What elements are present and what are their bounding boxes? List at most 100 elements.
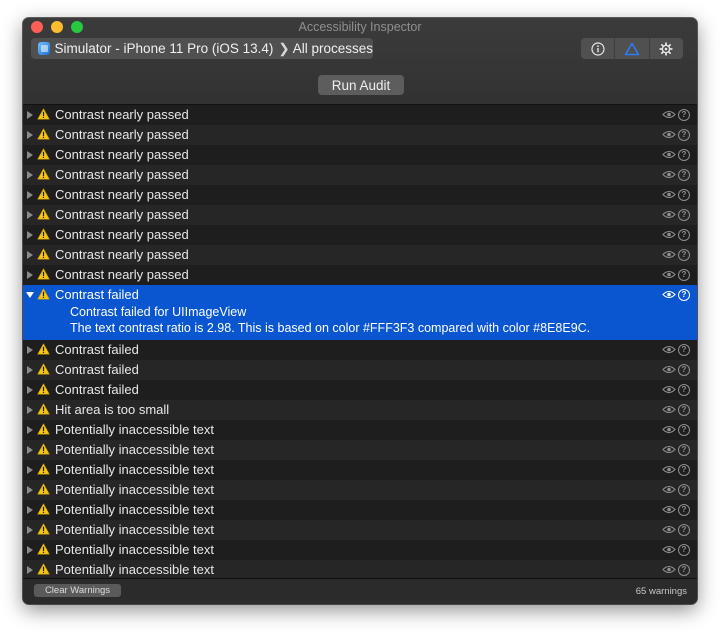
help-icon[interactable]: ? xyxy=(678,484,690,496)
help-icon[interactable]: ? xyxy=(678,209,690,221)
warning-label: Potentially inaccessible text xyxy=(55,482,214,497)
help-icon[interactable]: ? xyxy=(678,289,690,301)
eye-icon[interactable] xyxy=(662,525,676,534)
eye-icon[interactable] xyxy=(662,405,676,414)
warning-label: Potentially inaccessible text xyxy=(55,522,214,537)
warning-row[interactable]: Contrast nearly passed? xyxy=(23,105,697,125)
target-chooser[interactable]: Simulator - iPhone 11 Pro (iOS 13.4) ❯ A… xyxy=(31,38,373,59)
help-icon[interactable]: ? xyxy=(678,384,690,396)
help-icon[interactable]: ? xyxy=(678,564,690,576)
eye-icon[interactable] xyxy=(662,505,676,514)
help-icon[interactable]: ? xyxy=(678,524,690,536)
warning-row[interactable]: Contrast nearly passed? xyxy=(23,265,697,285)
help-icon[interactable]: ? xyxy=(678,444,690,456)
inspection-tab[interactable] xyxy=(581,38,614,59)
warning-row[interactable]: Potentially inaccessible text? xyxy=(23,440,697,460)
disclosure-closed-icon[interactable] xyxy=(27,546,33,554)
warning-row[interactable]: Contrast nearly passed? xyxy=(23,245,697,265)
help-icon[interactable]: ? xyxy=(678,189,690,201)
settings-tab[interactable] xyxy=(648,38,683,59)
warning-row[interactable]: Contrast failed? xyxy=(23,380,697,400)
warning-row[interactable]: Contrast failed? xyxy=(23,340,697,360)
warning-label: Potentially inaccessible text xyxy=(55,462,214,477)
warning-row[interactable]: Potentially inaccessible text? xyxy=(23,460,697,480)
warning-row[interactable]: Potentially inaccessible text? xyxy=(23,560,697,579)
disclosure-closed-icon[interactable] xyxy=(27,231,33,239)
disclosure-closed-icon[interactable] xyxy=(27,446,33,454)
eye-icon[interactable] xyxy=(662,425,676,434)
help-icon[interactable]: ? xyxy=(678,229,690,241)
disclosure-closed-icon[interactable] xyxy=(27,271,33,279)
warning-row[interactable]: Potentially inaccessible text? xyxy=(23,480,697,500)
help-icon[interactable]: ? xyxy=(678,269,690,281)
warning-icon xyxy=(37,148,50,160)
warning-row[interactable]: Potentially inaccessible text? xyxy=(23,500,697,520)
disclosure-closed-icon[interactable] xyxy=(27,171,33,179)
audit-tab[interactable] xyxy=(614,38,648,59)
warning-row[interactable]: Hit area is too small? xyxy=(23,400,697,420)
warning-row[interactable]: Contrast nearly passed? xyxy=(23,125,697,145)
warning-row[interactable]: Contrast nearly passed? xyxy=(23,165,697,185)
disclosure-closed-icon[interactable] xyxy=(27,386,33,394)
disclosure-closed-icon[interactable] xyxy=(27,566,33,574)
disclosure-closed-icon[interactable] xyxy=(27,251,33,259)
disclosure-closed-icon[interactable] xyxy=(27,111,33,119)
eye-icon[interactable] xyxy=(662,485,676,494)
disclosure-closed-icon[interactable] xyxy=(27,191,33,199)
disclosure-open-icon[interactable] xyxy=(26,292,34,298)
eye-icon[interactable] xyxy=(662,545,676,554)
warning-row[interactable]: Contrast nearly passed? xyxy=(23,185,697,205)
eye-icon[interactable] xyxy=(662,130,676,139)
eye-icon[interactable] xyxy=(662,110,676,119)
eye-icon[interactable] xyxy=(662,190,676,199)
eye-icon[interactable] xyxy=(662,290,676,299)
help-icon[interactable]: ? xyxy=(678,544,690,556)
help-icon[interactable]: ? xyxy=(678,109,690,121)
eye-icon[interactable] xyxy=(662,345,676,354)
help-icon[interactable]: ? xyxy=(678,504,690,516)
eye-icon[interactable] xyxy=(662,365,676,374)
disclosure-closed-icon[interactable] xyxy=(27,506,33,514)
help-icon[interactable]: ? xyxy=(678,169,690,181)
eye-icon[interactable] xyxy=(662,230,676,239)
disclosure-closed-icon[interactable] xyxy=(27,466,33,474)
help-icon[interactable]: ? xyxy=(678,424,690,436)
warning-row[interactable]: Potentially inaccessible text? xyxy=(23,420,697,440)
help-icon[interactable]: ? xyxy=(678,464,690,476)
disclosure-closed-icon[interactable] xyxy=(27,486,33,494)
eye-icon[interactable] xyxy=(662,565,676,574)
eye-icon[interactable] xyxy=(662,150,676,159)
help-icon[interactable]: ? xyxy=(678,344,690,356)
eye-icon[interactable] xyxy=(662,270,676,279)
warning-row[interactable]: Potentially inaccessible text? xyxy=(23,520,697,540)
warning-list: Contrast nearly passed? Contrast nearly p… xyxy=(23,105,697,579)
disclosure-closed-icon[interactable] xyxy=(27,426,33,434)
disclosure-closed-icon[interactable] xyxy=(27,526,33,534)
warning-row[interactable]: Contrast failed? xyxy=(23,360,697,380)
help-icon[interactable]: ? xyxy=(678,249,690,261)
disclosure-closed-icon[interactable] xyxy=(27,131,33,139)
warning-icon xyxy=(37,383,50,395)
warning-row[interactable]: Contrast nearly passed? xyxy=(23,225,697,245)
eye-icon[interactable] xyxy=(662,210,676,219)
help-icon[interactable]: ? xyxy=(678,149,690,161)
warning-row[interactable]: Contrast nearly passed? xyxy=(23,145,697,165)
help-icon[interactable]: ? xyxy=(678,404,690,416)
help-icon[interactable]: ? xyxy=(678,364,690,376)
warning-row[interactable]: Contrast failed? Contrast failed for UIIm… xyxy=(23,285,697,340)
eye-icon[interactable] xyxy=(662,250,676,259)
disclosure-closed-icon[interactable] xyxy=(27,346,33,354)
eye-icon[interactable] xyxy=(662,445,676,454)
eye-icon[interactable] xyxy=(662,465,676,474)
help-icon[interactable]: ? xyxy=(678,129,690,141)
disclosure-closed-icon[interactable] xyxy=(27,151,33,159)
eye-icon[interactable] xyxy=(662,385,676,394)
disclosure-closed-icon[interactable] xyxy=(27,406,33,414)
disclosure-closed-icon[interactable] xyxy=(27,366,33,374)
eye-icon[interactable] xyxy=(662,170,676,179)
warning-row[interactable]: Contrast nearly passed? xyxy=(23,205,697,225)
disclosure-closed-icon[interactable] xyxy=(27,211,33,219)
run-audit-button[interactable]: Run Audit xyxy=(318,75,404,95)
clear-warnings-button[interactable]: Clear Warnings xyxy=(34,584,121,597)
warning-row[interactable]: Potentially inaccessible text? xyxy=(23,540,697,560)
